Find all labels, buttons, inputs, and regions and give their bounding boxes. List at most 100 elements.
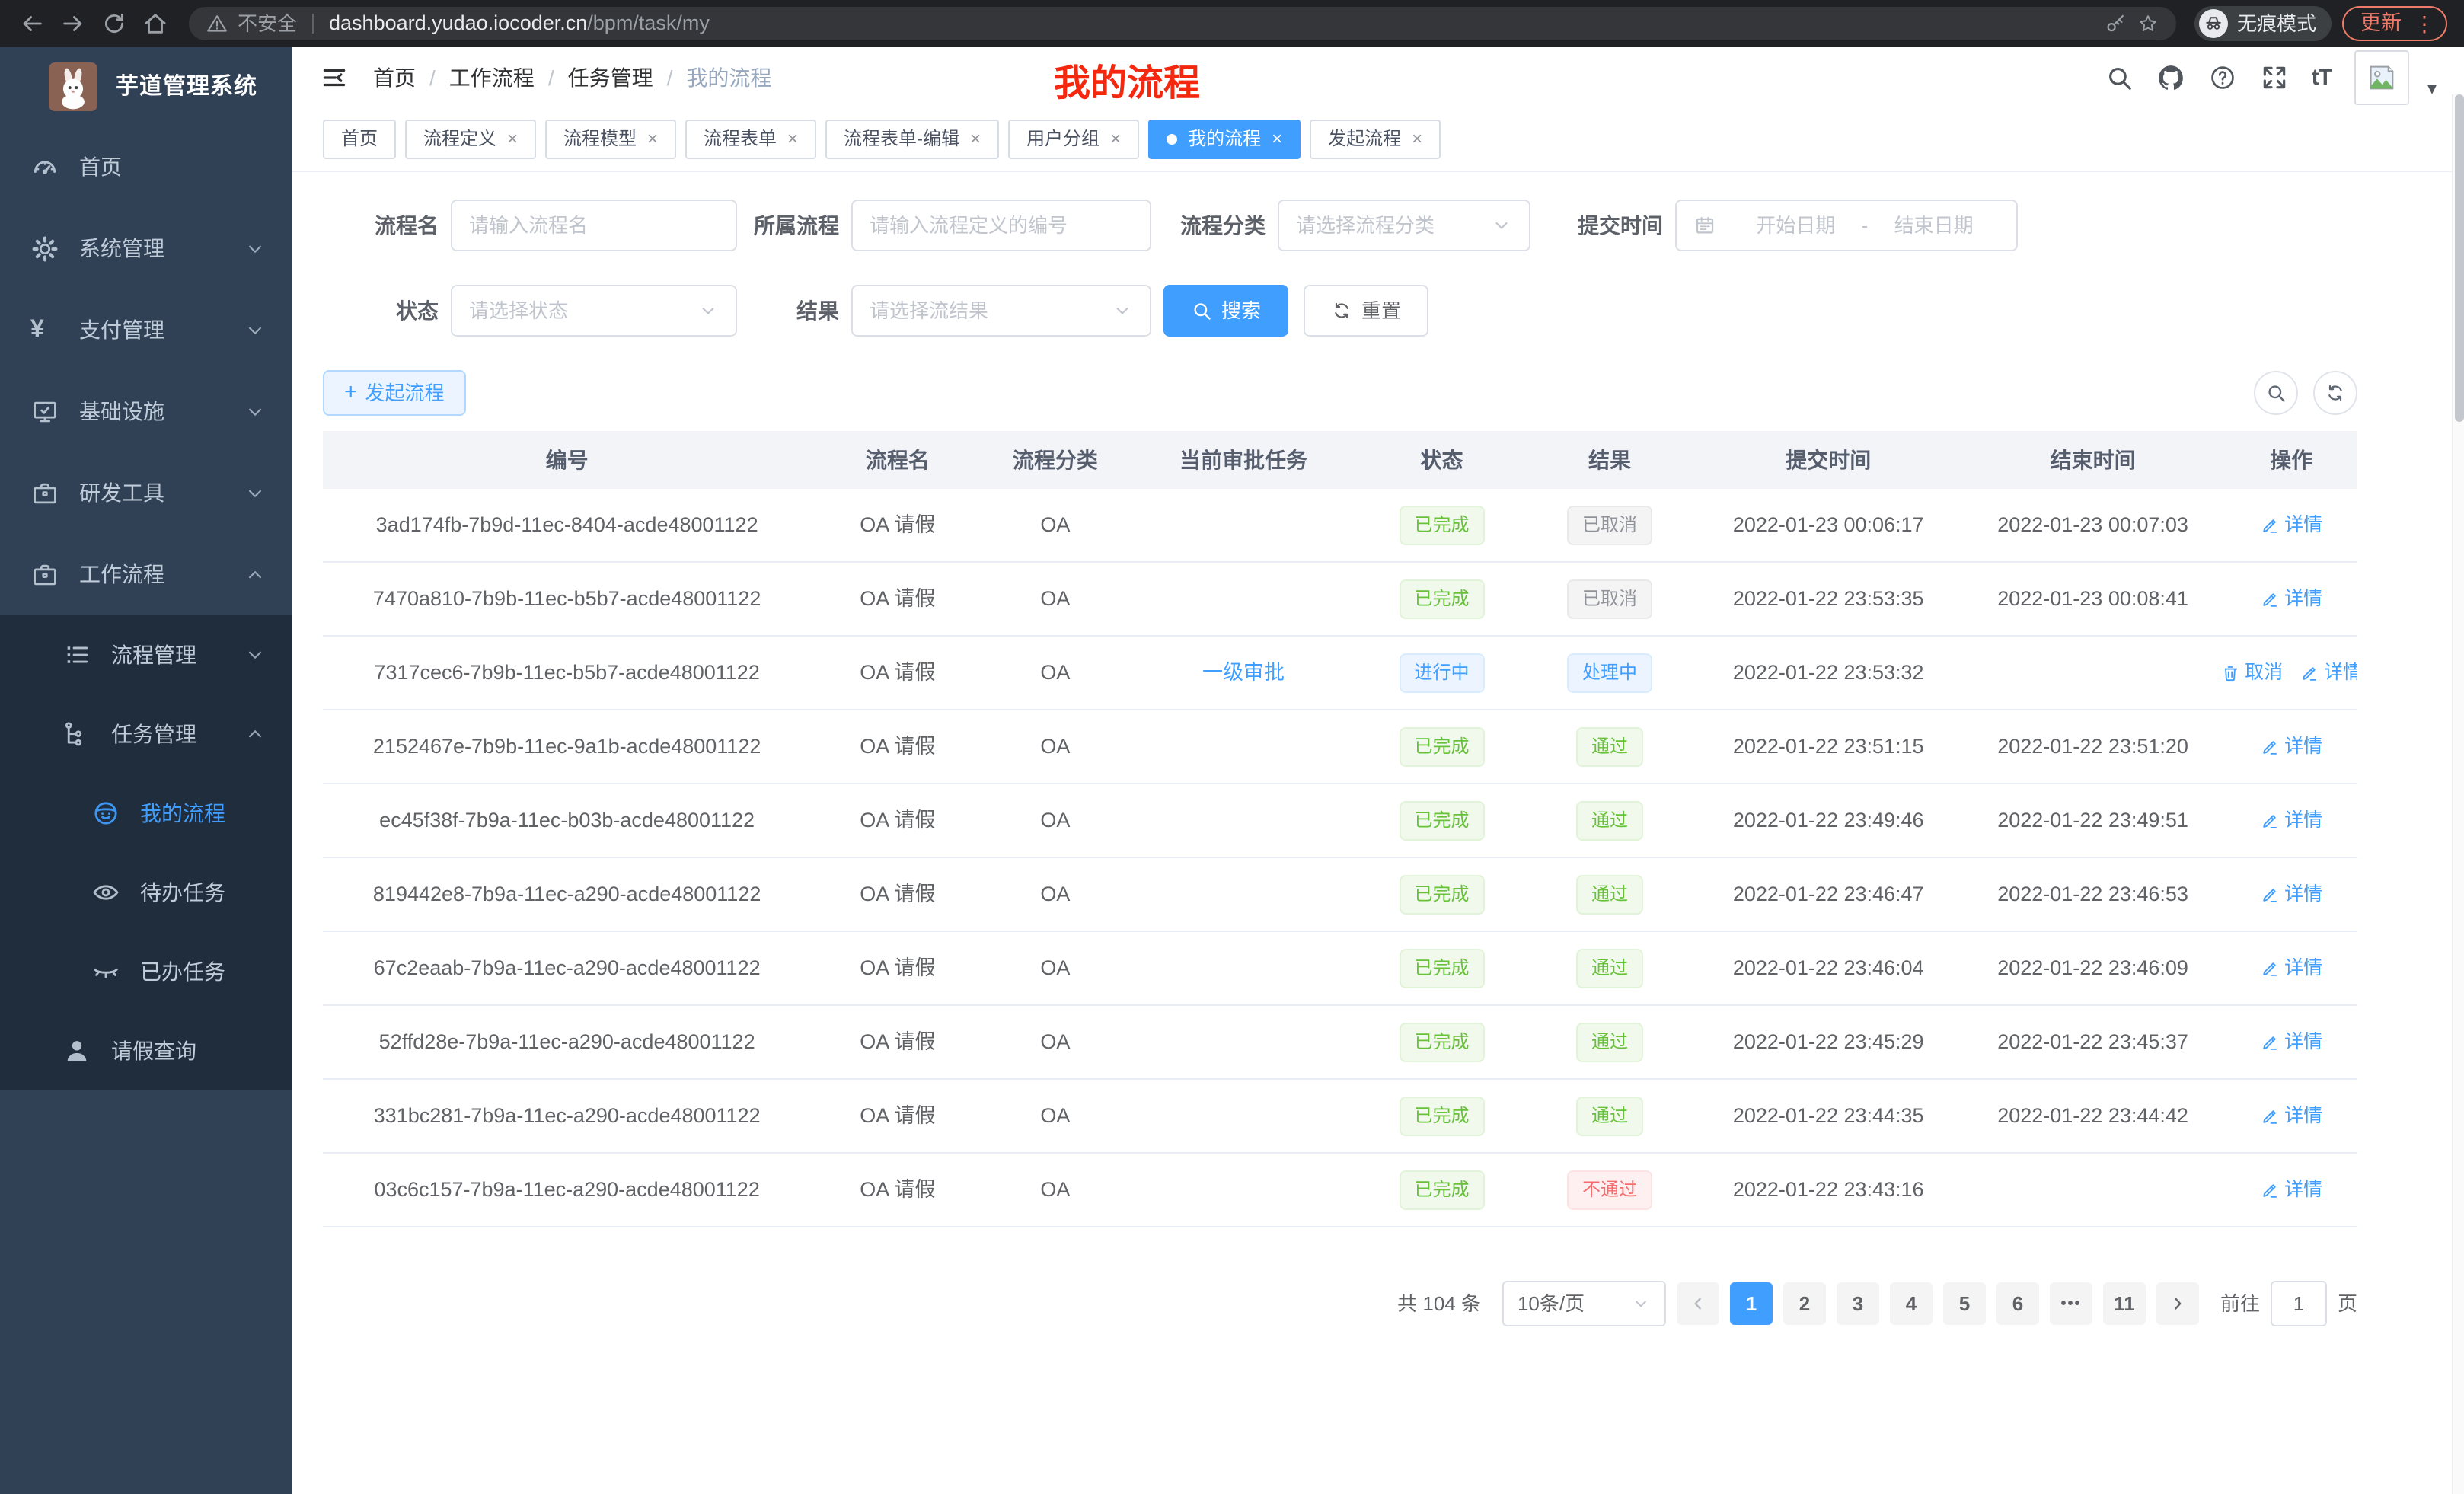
page-button-4[interactable]: 4 (1890, 1282, 1933, 1325)
sidebar-item-payment[interactable]: ¥支付管理 (0, 289, 292, 371)
page-size-select[interactable]: 10条/页 (1502, 1281, 1666, 1326)
page-button-1[interactable]: 1 (1730, 1282, 1773, 1325)
breadcrumb-item[interactable]: 工作流程 (449, 65, 535, 91)
tab-home[interactable]: 首页 (323, 120, 396, 159)
toggle-search-button[interactable] (2254, 371, 2298, 415)
avatar[interactable] (2354, 50, 2409, 105)
tab-my-process[interactable]: 我的流程× (1148, 120, 1301, 159)
search-icon[interactable] (2105, 63, 2134, 92)
table-body: 3ad174fb-7b9d-11ec-8404-acde48001122OA 请… (323, 489, 2357, 1227)
window-scrollbar[interactable] (2452, 94, 2464, 1494)
goto-page-input[interactable] (2271, 1281, 2327, 1326)
sidebar-item-workflow[interactable]: 工作流程 (0, 534, 292, 615)
detail-link[interactable]: 详情 (2260, 1104, 2322, 1128)
result-select[interactable]: 请选择流结果 (851, 285, 1151, 337)
tab-process-form-edit[interactable]: 流程表单-编辑× (825, 120, 999, 159)
sidebar-item-devtools[interactable]: 研发工具 (0, 452, 292, 534)
detail-link[interactable]: 详情 (2260, 1030, 2322, 1054)
page-button-11[interactable]: 11 (2103, 1282, 2146, 1325)
next-page-button[interactable] (2156, 1282, 2199, 1325)
page-button-3[interactable]: 3 (1837, 1282, 1879, 1325)
close-icon[interactable]: × (1110, 130, 1121, 148)
row-submit-time: 2022-01-23 00:06:17 (1696, 512, 1961, 538)
sidebar-item-todo-tasks[interactable]: 待办任务 (0, 853, 292, 932)
detail-link[interactable]: 详情 (2260, 956, 2322, 980)
sidebar-item-system[interactable]: 系统管理 (0, 208, 292, 289)
refresh-table-button[interactable] (2313, 371, 2357, 415)
close-icon[interactable]: × (1272, 130, 1282, 148)
font-size-icon[interactable]: tT (2312, 63, 2332, 92)
update-button[interactable]: 更新 ⋮ (2342, 6, 2447, 41)
cancel-link[interactable]: 取消 (2225, 661, 2283, 685)
briefcase-icon (30, 479, 59, 508)
row-id: 03c6c157-7b9a-11ec-a290-acde48001122 (323, 1177, 811, 1203)
back-icon[interactable] (17, 8, 47, 39)
status-select[interactable]: 请选择状态 (451, 285, 737, 337)
sidebar-item-process-mgmt[interactable]: 流程管理 (0, 615, 292, 694)
sidebar-item-leave-query[interactable]: 请假查询 (0, 1011, 292, 1090)
tab-process-model[interactable]: 流程模型× (545, 120, 676, 159)
breadcrumb-item: 我的流程 (686, 65, 771, 91)
detail-link[interactable]: 详情 (2260, 883, 2322, 906)
url-bar[interactable]: 不安全 dashboard.yudao.iocoder.cn/bpm/task/… (189, 7, 2176, 40)
tab-user-group[interactable]: 用户分组× (1008, 120, 1139, 159)
row-current-task[interactable]: 一级审批 (1126, 660, 1360, 686)
tab-start-process[interactable]: 发起流程× (1310, 120, 1441, 159)
create-process-button[interactable]: + 发起流程 (323, 370, 466, 416)
row-id: 67c2eaab-7b9a-11ec-a290-acde48001122 (323, 956, 811, 982)
fullscreen-icon[interactable] (2260, 63, 2289, 92)
tab-process-form[interactable]: 流程表单× (685, 120, 816, 159)
sidebar-item-done-tasks[interactable]: 已办任务 (0, 932, 292, 1011)
status-placeholder: 请选择状态 (469, 298, 568, 324)
scrollbar-thumb[interactable] (2455, 94, 2464, 422)
breadcrumb-item[interactable]: 任务管理 (568, 65, 653, 91)
sidebar-item-task-mgmt[interactable]: 任务管理 (0, 694, 292, 774)
submit-time-range-picker[interactable]: 开始日期 - 结束日期 (1675, 200, 2018, 251)
search-button-label: 搜索 (1221, 298, 1261, 324)
prev-page-button[interactable] (1677, 1282, 1719, 1325)
chevron-left-icon (1688, 1294, 1708, 1314)
sidebar-item-home[interactable]: 首页 (0, 126, 292, 208)
process-name-input[interactable] (469, 214, 719, 238)
avatar-caret-icon[interactable]: ▾ (2427, 78, 2437, 105)
process-definition-input[interactable] (870, 214, 1133, 238)
tab-process-definition[interactable]: 流程定义× (405, 120, 536, 159)
reset-button[interactable]: 重置 (1304, 285, 1428, 337)
key-icon[interactable] (2105, 12, 2127, 35)
process-category-placeholder: 请选择流程分类 (1296, 213, 1435, 238)
task-link[interactable]: 一级审批 (1202, 660, 1285, 686)
page-size-value: 10条/页 (1518, 1291, 1585, 1317)
sidebar-item-my-process[interactable]: 我的流程 (0, 774, 292, 853)
detail-link[interactable]: 详情 (2300, 661, 2357, 685)
close-icon[interactable]: × (647, 130, 658, 148)
row-id: ec45f38f-7b9a-11ec-b03b-acde48001122 (323, 808, 811, 834)
detail-link[interactable]: 详情 (2260, 513, 2322, 537)
detail-link[interactable]: 详情 (2260, 1178, 2322, 1202)
search-button[interactable]: 搜索 (1163, 285, 1288, 337)
page-button-6[interactable]: 6 (1996, 1282, 2039, 1325)
reload-icon[interactable] (99, 8, 129, 39)
row-actions: 详情 (2225, 1178, 2357, 1202)
browser-menu-icon[interactable]: ⋮ (2414, 11, 2435, 37)
help-icon[interactable] (2208, 63, 2237, 92)
close-icon[interactable]: × (507, 130, 518, 148)
close-icon[interactable]: × (970, 130, 981, 148)
forward-icon[interactable] (58, 8, 88, 39)
home-icon[interactable] (140, 8, 171, 39)
collapse-menu-icon[interactable] (320, 63, 349, 92)
row-end-time: 2022-01-23 00:08:41 (1961, 586, 2225, 612)
page-button-2[interactable]: 2 (1783, 1282, 1826, 1325)
detail-link[interactable]: 详情 (2260, 809, 2322, 832)
close-icon[interactable]: × (787, 130, 798, 148)
detail-link[interactable]: 详情 (2260, 587, 2322, 611)
detail-link[interactable]: 详情 (2260, 735, 2322, 758)
row-end-time: 2022-01-22 23:51:20 (1961, 734, 2225, 760)
more-pages-button[interactable]: ••• (2050, 1282, 2092, 1325)
process-category-select[interactable]: 请选择流程分类 (1278, 200, 1530, 251)
sidebar-item-infrastructure[interactable]: 基础设施 (0, 371, 292, 452)
close-icon[interactable]: × (1412, 130, 1422, 148)
page-button-5[interactable]: 5 (1943, 1282, 1986, 1325)
bookmark-star-icon[interactable] (2137, 12, 2159, 35)
breadcrumb-item[interactable]: 首页 (373, 65, 416, 91)
github-icon[interactable] (2156, 63, 2185, 92)
